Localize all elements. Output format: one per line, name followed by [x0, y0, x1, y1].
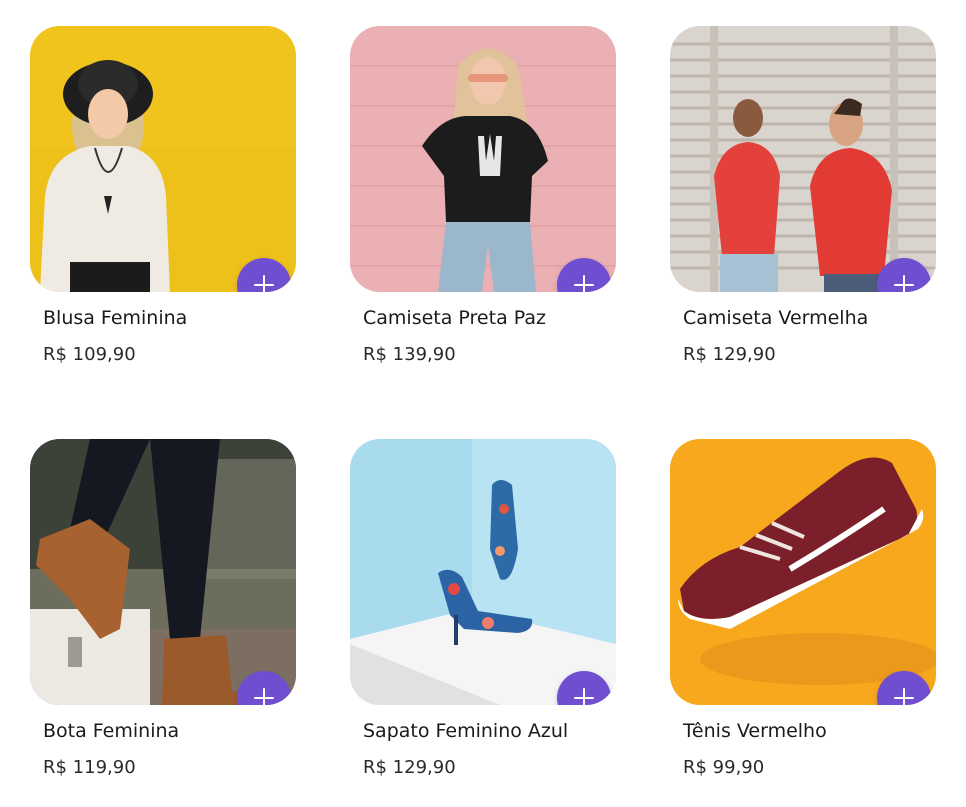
product-photo-brown-boots — [30, 439, 296, 705]
product-name: Sapato Feminino Azul — [363, 720, 569, 742]
plus-icon — [574, 688, 594, 705]
plus-icon — [254, 688, 274, 705]
product-price: R$ 119,90 — [43, 757, 136, 778]
product-name: Bota Feminina — [43, 720, 180, 742]
product-card: Bota Feminina R$ 119,90 — [30, 439, 296, 778]
product-grid: Blusa Feminina R$ 109,90 Camiseta Preta … — [0, 0, 966, 807]
product-image[interactable] — [670, 26, 936, 292]
product-image[interactable] — [30, 439, 296, 705]
product-name: Tênis Vermelho — [683, 720, 827, 742]
product-card: Camiseta Preta Paz R$ 139,90 — [350, 26, 616, 365]
product-price: R$ 129,90 — [363, 757, 456, 778]
product-photo-red-sneaker — [670, 439, 936, 705]
product-image[interactable] — [350, 26, 616, 292]
plus-icon — [574, 275, 594, 292]
product-image[interactable] — [350, 439, 616, 705]
product-card: Sapato Feminino Azul R$ 129,90 — [350, 439, 616, 778]
product-card: Tênis Vermelho R$ 99,90 — [670, 439, 936, 778]
plus-icon — [894, 688, 914, 705]
product-card: Blusa Feminina R$ 109,90 — [30, 26, 296, 365]
product-name: Blusa Feminina — [43, 307, 188, 329]
product-image[interactable] — [30, 26, 296, 292]
product-name: Camiseta Preta Paz — [363, 307, 546, 329]
product-name: Camiseta Vermelha — [683, 307, 869, 329]
plus-icon — [254, 275, 274, 292]
product-image[interactable] — [670, 439, 936, 705]
product-photo-woman-hat-yellow — [30, 26, 296, 292]
product-card: Camiseta Vermelha R$ 129,90 — [670, 26, 936, 365]
product-price: R$ 139,90 — [363, 344, 456, 365]
product-photo-couple-red-tshirts — [670, 26, 936, 292]
product-photo-woman-black-tshirt — [350, 26, 616, 292]
product-price: R$ 99,90 — [683, 757, 765, 778]
product-price: R$ 109,90 — [43, 344, 136, 365]
plus-icon — [894, 275, 914, 292]
product-photo-blue-floral-heels — [350, 439, 616, 705]
product-price: R$ 129,90 — [683, 344, 776, 365]
